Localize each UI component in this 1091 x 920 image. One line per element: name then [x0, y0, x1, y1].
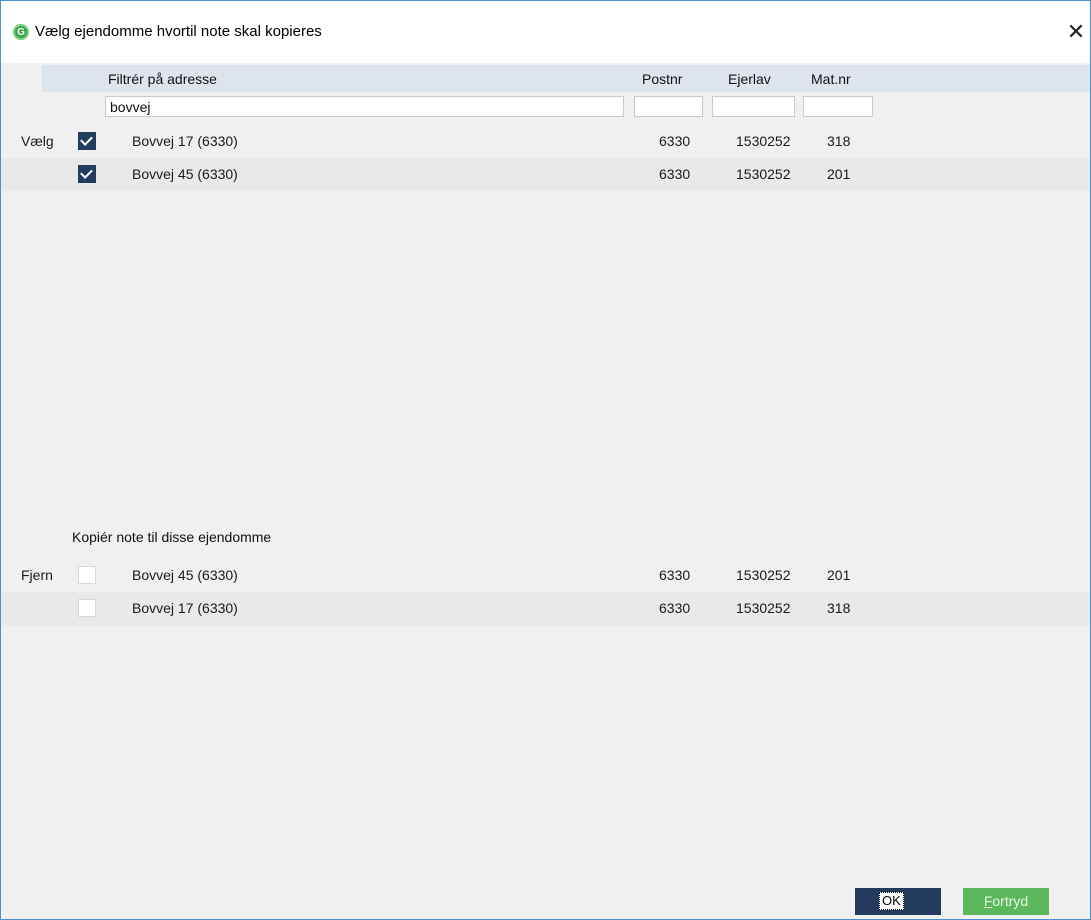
select-label: Vælg [21, 133, 54, 149]
available-row[interactable]: Bovvej 45 (6330) 6330 1530252 201 [1, 158, 1090, 191]
row-address: Bovvej 17 (6330) [132, 133, 238, 149]
ejerlav-filter-input[interactable] [712, 96, 795, 117]
row-address: Bovvej 45 (6330) [132, 567, 238, 583]
selected-row-checkbox[interactable] [78, 599, 96, 617]
dialog-body: Filtrér på adresse Postnr Ejerlav Mat.nr… [1, 63, 1090, 919]
row-address: Bovvej 45 (6330) [132, 166, 238, 182]
available-row-checkbox[interactable] [78, 132, 96, 150]
row-ejerlav: 1530252 [736, 567, 791, 583]
row-postnr: 6330 [659, 133, 691, 149]
selected-section-title: Kopiér note til disse ejendomme [72, 529, 272, 545]
cancel-button-label: ortryd [992, 893, 1029, 909]
row-ejerlav: 1530252 [736, 600, 791, 616]
row-postnr: 6330 [659, 600, 691, 616]
selected-row[interactable]: Bovvej 17 (6330) 6330 1530252 318 [1, 592, 1090, 625]
row-matnr: 201 [827, 166, 851, 182]
dialog-window: G Vælg ejendomme hvortil note skal kopie… [0, 0, 1091, 920]
row-matnr: 318 [827, 600, 851, 616]
selected-row[interactable]: Fjern Bovvej 45 (6330) 6330 1530252 201 [1, 559, 1090, 592]
cancel-button[interactable]: Fortryd [963, 888, 1049, 915]
address-filter-input[interactable] [105, 96, 624, 117]
column-header-address: Filtrér på adresse [108, 71, 217, 87]
row-matnr: 318 [827, 133, 851, 149]
close-button[interactable]: ✕ [1062, 15, 1090, 49]
available-row-checkbox[interactable] [78, 165, 96, 183]
app-logo-icon: G [13, 24, 29, 40]
row-matnr: 201 [827, 567, 851, 583]
row-postnr: 6330 [659, 166, 691, 182]
row-postnr: 6330 [659, 567, 691, 583]
column-header-postnr: Postnr [642, 71, 683, 87]
available-row[interactable]: Vælg Bovvej 17 (6330) 6330 1530252 318 [1, 125, 1090, 158]
window-title: Vælg ejendomme hvortil note skal kopiere… [35, 23, 322, 40]
matnr-filter-input[interactable] [803, 96, 873, 117]
row-address: Bovvej 17 (6330) [132, 600, 238, 616]
selected-row-checkbox[interactable] [78, 566, 96, 584]
title-bar: G Vælg ejendomme hvortil note skal kopie… [1, 1, 1090, 63]
row-ejerlav: 1530252 [736, 166, 791, 182]
remove-label: Fjern [21, 567, 53, 583]
postnr-filter-input[interactable] [634, 96, 703, 117]
ok-button[interactable]: OK [855, 888, 941, 915]
ok-button-label: OK [879, 892, 904, 910]
column-header-ejerlav: Ejerlav [728, 71, 771, 87]
column-header-matnr: Mat.nr [811, 71, 851, 87]
row-ejerlav: 1530252 [736, 133, 791, 149]
